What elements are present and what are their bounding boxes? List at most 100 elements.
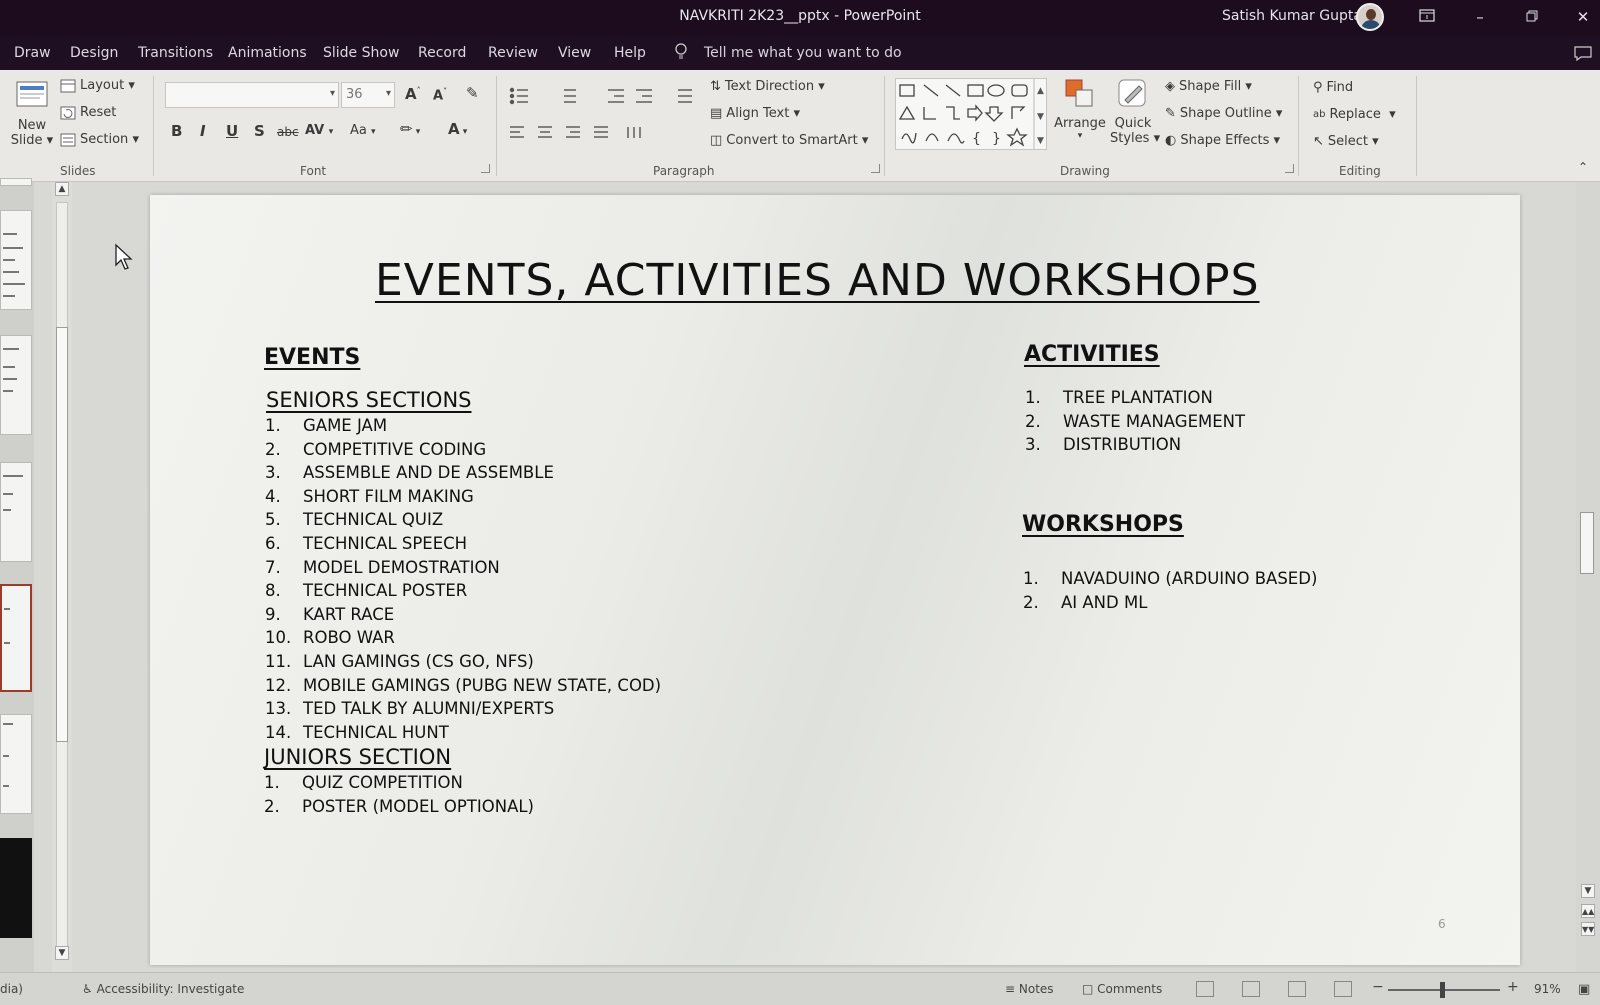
slide-scrollbar[interactable]: ▼ ▲▲ ▼▼ — [1576, 182, 1600, 972]
convert-smartart-button[interactable]: ◫ Convert to SmartArt ▾ — [710, 133, 868, 148]
normal-view-icon[interactable] — [1196, 981, 1214, 997]
section-button[interactable]: Section ▾ — [60, 132, 139, 147]
list-item[interactable]: 1. GAME JAM — [265, 416, 661, 440]
list-item[interactable]: 2. POSTER (MODEL OPTIONAL) — [264, 797, 534, 821]
slide-title[interactable]: EVENTS, ACTIVITIES AND WORKSHOPS — [375, 255, 1260, 306]
tab-draw[interactable]: Draw — [14, 45, 51, 61]
tab-slide-show[interactable]: Slide Show — [323, 45, 399, 61]
scroll-down-icon[interactable]: ▼ — [1581, 884, 1595, 898]
underline-button[interactable]: U — [226, 122, 238, 140]
zoom-out-icon[interactable]: − — [1372, 979, 1384, 995]
slide-sorter-icon[interactable] — [1242, 981, 1260, 997]
list-item[interactable]: 3. DISTRIBUTION — [1025, 435, 1245, 459]
select-button[interactable]: ↖ Select ▾ — [1313, 134, 1379, 149]
tab-transitions[interactable]: Transitions — [138, 45, 213, 61]
minimize-icon[interactable]: – — [1467, 6, 1493, 28]
ribbon-display-icon[interactable] — [1414, 6, 1440, 28]
notes-button[interactable]: ≡ Notes — [1005, 982, 1054, 996]
replace-button[interactable]: ab Replace ▾ — [1313, 107, 1396, 122]
list-item[interactable]: 6. TECHNICAL SPEECH — [265, 534, 661, 558]
close-icon[interactable]: ✕ — [1570, 6, 1596, 28]
font-family-select[interactable]: ▾ — [165, 82, 339, 108]
slideshow-icon[interactable] — [1334, 981, 1352, 997]
thumbnail-scrollbar[interactable]: ▲ ▼ — [52, 182, 72, 972]
shrink-font-button[interactable]: A˅ — [433, 87, 447, 103]
list-item[interactable]: 1. TREE PLANTATION — [1025, 388, 1245, 412]
seniors-heading[interactable]: SENIORS SECTIONS — [266, 388, 471, 412]
comments-icon[interactable] — [1574, 46, 1592, 61]
avatar[interactable] — [1356, 3, 1384, 31]
arrange-button[interactable]: Arrange ▾ — [1052, 76, 1108, 141]
alignment-icons[interactable] — [508, 125, 658, 141]
tab-animations[interactable]: Animations — [228, 45, 307, 61]
workshops-heading[interactable]: WORKSHOPS — [1022, 512, 1184, 537]
shapes-gallery[interactable]: {} ▲ ▼ ▼ — [895, 78, 1047, 150]
scroll-thumb[interactable] — [56, 327, 68, 742]
list-item[interactable]: 12. MOBILE GAMINGS (PUBG NEW STATE, COD) — [265, 676, 661, 700]
list-item[interactable]: 2. WASTE MANAGEMENT — [1025, 412, 1245, 436]
new-slide-button[interactable]: New Slide ▾ — [8, 80, 56, 148]
tab-view[interactable]: View — [558, 45, 591, 61]
grow-font-button[interactable]: A˄ — [405, 85, 421, 103]
list-item[interactable]: 7. MODEL DEMOSTRATION — [265, 558, 661, 582]
highlight-icon[interactable]: ✏ ▾ — [400, 120, 420, 138]
collapse-ribbon-icon[interactable]: ⌃ — [1578, 160, 1588, 174]
strikethrough-button[interactable]: abc — [277, 125, 299, 139]
account-name[interactable]: Satish Kumar Gupta — [1222, 8, 1362, 24]
quick-styles-button[interactable]: Quick Styles ▾ — [1110, 76, 1160, 146]
drawing-dialog-launcher[interactable] — [1285, 164, 1294, 173]
slide-thumbnail[interactable] — [0, 210, 32, 310]
clear-formatting-icon[interactable]: ✎ — [466, 84, 479, 102]
list-item[interactable]: 13. TED TALK BY ALUMNI/EXPERTS — [265, 699, 661, 723]
font-color-button[interactable]: A ▾ — [448, 120, 467, 138]
zoom-slider-thumb[interactable] — [1440, 982, 1445, 998]
list-item[interactable]: 2. AI AND ML — [1023, 593, 1317, 617]
events-heading[interactable]: EVENTS — [264, 345, 360, 370]
tell-me-search[interactable]: Tell me what you want to do — [704, 45, 902, 61]
list-item[interactable]: 14. TECHNICAL HUNT — [265, 723, 661, 747]
shape-effects-button[interactable]: ◐ Shape Effects ▾ — [1165, 133, 1280, 148]
paragraph-dialog-launcher[interactable] — [871, 164, 880, 173]
tab-help[interactable]: Help — [614, 45, 646, 61]
list-item[interactable]: 10. ROBO WAR — [265, 628, 661, 652]
slide-thumbnail[interactable] — [0, 714, 32, 814]
list-item[interactable]: 4. SHORT FILM MAKING — [265, 487, 661, 511]
slide-canvas[interactable]: EVENTS, ACTIVITIES AND WORKSHOPS EVENTS … — [150, 195, 1520, 965]
italic-button[interactable]: I — [200, 122, 206, 140]
restore-icon[interactable] — [1519, 6, 1545, 28]
slide-thumbnail[interactable] — [0, 178, 32, 186]
seniors-list[interactable]: 1. GAME JAM 2. COMPETITIVE CODING 3. ASSEMBLE… — [265, 416, 661, 746]
comments-button[interactable]: □ Comments — [1082, 982, 1162, 996]
find-button[interactable]: ⚲ Find — [1313, 80, 1353, 95]
list-item[interactable]: 11. LAN GAMINGS (CS GO, NFS) — [265, 652, 661, 676]
tab-review[interactable]: Review — [488, 45, 538, 61]
shape-fill-button[interactable]: ◈ Shape Fill ▾ — [1165, 79, 1252, 94]
font-size-select[interactable]: 36 ▾ — [341, 82, 395, 108]
shape-outline-button[interactable]: ✎ Shape Outline ▾ — [1165, 106, 1282, 121]
character-spacing-button[interactable]: AV ▾ — [305, 123, 333, 138]
slide-thumbnail[interactable] — [0, 838, 32, 938]
tab-design[interactable]: Design — [70, 45, 118, 61]
list-item[interactable]: 5. TECHNICAL QUIZ — [265, 510, 661, 534]
shadow-button[interactable]: S — [254, 122, 265, 140]
zoom-in-icon[interactable]: + — [1507, 979, 1519, 995]
list-item[interactable]: 1. NAVADUINO (ARDUINO BASED) — [1023, 569, 1317, 593]
scroll-down-icon[interactable]: ▼ — [55, 946, 69, 960]
list-indent-icons[interactable] — [508, 86, 708, 106]
list-item[interactable]: 3. ASSEMBLE AND DE ASSEMBLE — [265, 463, 661, 487]
activities-heading[interactable]: ACTIVITIES — [1024, 342, 1160, 367]
font-dialog-launcher[interactable] — [481, 164, 490, 173]
layout-button[interactable]: Layout ▾ — [60, 78, 135, 93]
juniors-list[interactable]: 1. QUIZ COMPETITION 2. POSTER (MODEL OPTION… — [264, 773, 534, 820]
juniors-heading[interactable]: JUNIORS SECTION — [264, 745, 451, 769]
align-text-button[interactable]: ▤ Align Text ▾ — [710, 106, 800, 121]
reading-view-icon[interactable] — [1288, 981, 1306, 997]
previous-slide-icon[interactable]: ▲▲ — [1581, 904, 1595, 918]
fit-to-window-icon[interactable]: ▣ — [1578, 982, 1590, 997]
slide-thumbnail[interactable] — [0, 462, 32, 562]
list-item[interactable]: 8. TECHNICAL POSTER — [265, 581, 661, 605]
list-item[interactable]: 1. QUIZ COMPETITION — [264, 773, 534, 797]
bold-button[interactable]: B — [171, 122, 182, 140]
slide-thumbnail-active[interactable] — [0, 584, 32, 692]
accessibility-button[interactable]: ♿ Accessibility: Investigate — [82, 982, 244, 996]
